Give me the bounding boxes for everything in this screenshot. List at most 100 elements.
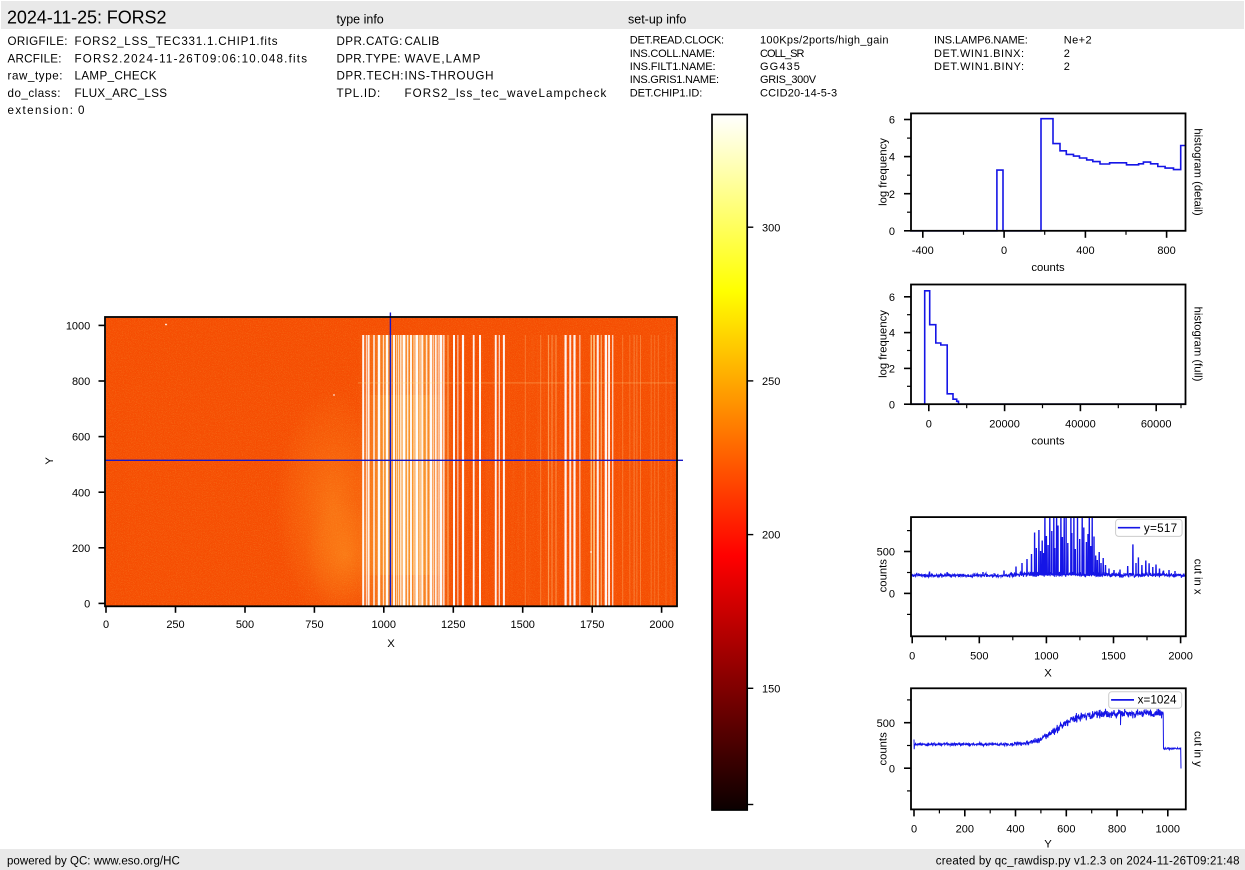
svg-text:500: 500 [877,718,895,730]
svg-text:2000: 2000 [649,619,673,631]
svg-text:-400: -400 [912,245,934,257]
svg-text:750: 750 [305,619,323,631]
svg-text:Ne+2: Ne+2 [1064,35,1092,47]
svg-text:cut in y: cut in y [1192,731,1204,767]
svg-text:DPR.TECH:: DPR.TECH: [337,70,404,83]
svg-text:DET.CHIP1.ID:: DET.CHIP1.ID: [630,87,703,99]
svg-text:1500: 1500 [1101,651,1125,663]
svg-text:2: 2 [889,189,895,201]
svg-text:powered by QC: www.eso.org/HC: powered by QC: www.eso.org/HC [7,855,180,867]
svg-text:GRIS_300V: GRIS_300V [760,74,817,86]
svg-text:0: 0 [889,399,895,411]
svg-text:DET.WIN1.BINY:: DET.WIN1.BINY: [934,61,1024,73]
svg-text:LAMP_CHECK: LAMP_CHECK [75,70,157,83]
svg-text:counts: counts [1031,436,1065,448]
svg-text:TPL.ID:: TPL.ID: [337,87,381,100]
svg-text:2024-11-25: FORS2: 2024-11-25: FORS2 [7,7,167,27]
svg-text:200: 200 [762,530,780,542]
svg-text:counts: counts [877,732,889,766]
svg-text:GG435: GG435 [760,61,800,73]
svg-text:500: 500 [877,547,895,559]
svg-text:raw_type:: raw_type: [8,70,63,83]
svg-text:1000: 1000 [1034,651,1058,663]
svg-text:0: 0 [909,651,915,663]
svg-text:X: X [1044,668,1052,680]
svg-text:100Kps/2ports/high_gain: 100Kps/2ports/high_gain [760,35,889,47]
svg-text:CALIB: CALIB [405,35,440,48]
svg-text:FORS2_LSS_TEC331.1.CHIP1.fits: FORS2_LSS_TEC331.1.CHIP1.fits [75,35,278,48]
svg-text:400: 400 [1006,823,1024,835]
svg-text:COLL_SR: COLL_SR [760,48,805,60]
svg-text:0: 0 [889,226,895,238]
svg-text:250: 250 [762,376,780,388]
svg-text:150: 150 [762,683,780,695]
svg-text:ARCFILE:: ARCFILE: [8,52,62,65]
svg-text:300: 300 [762,222,780,234]
svg-text:counts: counts [1031,262,1065,274]
svg-text:800: 800 [1157,245,1175,257]
svg-text:Y: Y [44,457,56,465]
svg-text:1000: 1000 [372,619,396,631]
svg-text:500: 500 [236,619,254,631]
svg-text:INS.LAMP6.NAME:: INS.LAMP6.NAME: [934,35,1028,47]
svg-text:0: 0 [78,104,84,117]
svg-text:20000: 20000 [989,418,1020,430]
svg-text:200: 200 [72,543,90,555]
svg-text:500: 500 [970,651,988,663]
svg-text:4: 4 [889,152,895,164]
svg-text:1500: 1500 [510,619,534,631]
svg-text:250: 250 [166,619,184,631]
svg-text:0: 0 [84,599,90,611]
svg-text:x=1024: x=1024 [1138,693,1177,706]
svg-text:counts: counts [877,559,889,593]
svg-text:600: 600 [1057,823,1075,835]
svg-text:created by qc_rawdisp.py v1.2.: created by qc_rawdisp.py v1.2.3 on 2024-… [936,855,1240,867]
svg-text:6: 6 [889,115,895,127]
svg-text:ORIGFILE:: ORIGFILE: [8,35,68,48]
svg-text:INS.FILT1.NAME:: INS.FILT1.NAME: [630,61,716,73]
svg-text:histogram (detail): histogram (detail) [1192,128,1204,216]
svg-text:DPR.TYPE:: DPR.TYPE: [337,52,401,65]
svg-text:DET.WIN1.BINX:: DET.WIN1.BINX: [934,48,1024,60]
svg-text:log frequency: log frequency [877,310,889,378]
svg-text:400: 400 [1076,245,1094,257]
svg-text:INS.COLL.NAME:: INS.COLL.NAME: [630,48,715,60]
svg-text:0: 0 [889,589,895,601]
svg-text:type info: type info [337,12,384,26]
svg-text:400: 400 [72,487,90,499]
svg-text:Y: Y [1044,839,1052,851]
svg-text:0: 0 [1001,245,1007,257]
svg-text:FORS2.2024-11-26T09:06:10.048.: FORS2.2024-11-26T09:06:10.048.fits [75,52,308,65]
svg-text:set-up info: set-up info [628,12,686,26]
svg-text:FLUX_ARC_LSS: FLUX_ARC_LSS [75,87,168,100]
svg-text:800: 800 [72,376,90,388]
svg-text:60000: 60000 [1141,418,1172,430]
svg-text:6: 6 [889,292,895,304]
svg-text:y=517: y=517 [1144,522,1177,535]
svg-text:DPR.CATG:: DPR.CATG: [337,35,403,48]
svg-text:extension:: extension: [8,104,74,117]
svg-text:0: 0 [103,619,109,631]
svg-text:0: 0 [911,823,917,835]
svg-text:2: 2 [889,364,895,376]
svg-text:log frequency: log frequency [877,138,889,206]
svg-text:4: 4 [889,328,895,340]
svg-text:do_class:: do_class: [8,87,61,100]
svg-text:X: X [387,638,395,650]
svg-text:1000: 1000 [66,321,90,333]
svg-text:1750: 1750 [580,619,604,631]
svg-text:DET.READ.CLOCK:: DET.READ.CLOCK: [630,35,724,47]
svg-text:1250: 1250 [441,619,465,631]
svg-text:FORS2_lss_tec_waveLampcheck: FORS2_lss_tec_waveLampcheck [405,87,607,100]
svg-text:200: 200 [956,823,974,835]
svg-text:2: 2 [1064,48,1070,60]
svg-text:histogram (full): histogram (full) [1192,307,1204,382]
svg-text:800: 800 [1108,823,1126,835]
svg-text:INS-THROUGH: INS-THROUGH [405,70,494,83]
svg-text:1000: 1000 [1156,823,1180,835]
svg-text:0: 0 [926,418,932,430]
svg-text:40000: 40000 [1065,418,1096,430]
svg-text:CCID20-14-5-3: CCID20-14-5-3 [760,87,837,99]
svg-text:cut in x: cut in x [1192,559,1204,595]
svg-text:2: 2 [1064,61,1070,73]
